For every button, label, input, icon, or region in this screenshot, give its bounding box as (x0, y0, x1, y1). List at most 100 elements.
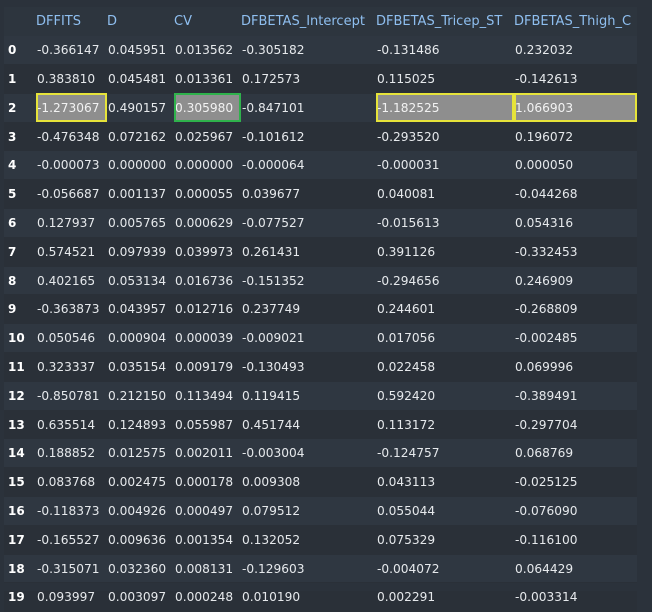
table-cell: 0.000000 (174, 150, 241, 181)
table-cell: -0.131486 (376, 35, 514, 66)
table-cell: 0.012716 (174, 294, 241, 325)
table-cell: 0.000055 (174, 179, 241, 210)
table-cell: 0.592420 (376, 381, 514, 411)
table-cell: -0.476348 (36, 122, 107, 152)
table-row: 9 -0.363873 0.043957 0.012716 0.237749 0.2446… (4, 294, 637, 325)
table-cell: -0.116100 (514, 525, 637, 555)
table-cell: -0.009021 (241, 323, 376, 354)
table-cell: 0.000000 (107, 150, 174, 181)
table-cell: 0.004926 (107, 496, 174, 526)
table-cell: 0.039677 (241, 179, 376, 210)
table-row: 13 0.635514 0.124893 0.055987 0.451744 0.1131… (4, 410, 637, 440)
table-cell: 0.001354 (174, 525, 241, 555)
table-row: 14 0.188852 0.012575 0.002011 -0.003004 -0.12… (4, 438, 637, 469)
table-cell: 0.055044 (376, 496, 514, 526)
table-cell: 0.000050 (514, 150, 637, 181)
column-header: D (107, 13, 118, 29)
table-cell: 0.000039 (174, 323, 241, 354)
table-row: 10 0.050546 0.000904 0.000039 -0.009021 0.017… (4, 323, 637, 354)
row-index: 11 (4, 352, 36, 382)
row-index: 16 (4, 496, 36, 526)
table-cell: -0.165527 (36, 525, 107, 555)
column-header: DFFITS (36, 13, 81, 29)
table-cell: 0.383810 (36, 64, 107, 94)
table-cell: 1.066903 (514, 93, 637, 123)
table-cell: -0.389491 (514, 381, 637, 411)
table-cell: 0.035154 (107, 352, 174, 382)
table-cell: 0.012575 (107, 438, 174, 469)
row-index: 8 (4, 266, 36, 296)
column-header: DFBETAS_Intercept (241, 13, 365, 29)
table-cell: 0.064429 (514, 554, 637, 584)
table-cell: 0.016736 (174, 266, 241, 296)
table-cell: -0.268809 (514, 294, 637, 325)
index-header (4, 7, 36, 36)
table-cell: -0.003004 (241, 438, 376, 469)
table-cell: 0.391126 (376, 237, 514, 267)
table-row: 15 0.083768 0.002475 0.000178 0.009308 0.0431… (4, 467, 637, 498)
table-cell: 0.022458 (376, 352, 514, 382)
table-cell: -0.293520 (376, 122, 514, 152)
table-cell: 0.451744 (241, 410, 376, 440)
table-cell: 0.127937 (36, 208, 107, 238)
table-cell: 0.113172 (376, 410, 514, 440)
table-body: 0 -0.366147 0.045951 0.013562 -0.305182 -0.13… (4, 35, 637, 612)
table-row: 4 -0.000073 0.000000 0.000000 -0.000064 -0.00… (4, 150, 637, 181)
table-cell: -0.000031 (376, 150, 514, 181)
table-cell: 0.113494 (174, 381, 241, 411)
row-index: 12 (4, 381, 36, 411)
row-index: 4 (4, 150, 36, 181)
dataframe-output: DFFITS D CV DFBETAS_Intercept DFBETAS_Tricep… (4, 7, 637, 612)
row-index: 3 (4, 122, 36, 152)
table-cell: -0.294656 (376, 266, 514, 296)
table-cell: 0.188852 (36, 438, 107, 469)
row-index: 6 (4, 208, 36, 238)
column-header: DFBETAS_Thigh_C (514, 13, 632, 29)
table-cell: 0.008131 (174, 554, 241, 584)
table-cell: 0.635514 (36, 410, 107, 440)
table-cell: 0.009636 (107, 525, 174, 555)
table-cell: 0.045951 (107, 35, 174, 66)
table-cell: 0.032360 (107, 554, 174, 584)
table-cell: -1.182525 (376, 93, 514, 123)
table-row: 3 -0.476348 0.072162 0.025967 -0.101612 -0.29… (4, 122, 637, 152)
table-cell: 0.013562 (174, 35, 241, 66)
table-cell: 0.232032 (514, 35, 637, 66)
table-cell: -0.044268 (514, 179, 637, 210)
row-index: 2 (4, 93, 36, 123)
table-cell: 0.043957 (107, 294, 174, 325)
table-row: 2 -1.273067 0.490157 0.305980 -0.847101 -1.18… (4, 93, 637, 123)
table-cell: -0.015613 (376, 208, 514, 238)
table-cell: 0.040081 (376, 179, 514, 210)
table-cell: 0.132052 (241, 525, 376, 555)
table-cell: 0.001137 (107, 179, 174, 210)
table-row: 1 0.383810 0.045481 0.013361 0.172573 0.11502… (4, 64, 637, 94)
table-cell: 0.002475 (107, 467, 174, 498)
table-row: 16 -0.118373 0.004926 0.000497 0.079512 0.055… (4, 496, 637, 526)
table-row: 0 -0.366147 0.045951 0.013562 -0.305182 -0.13… (4, 35, 637, 66)
horizontal-scrollbar[interactable] (0, 583, 640, 591)
table-cell: -0.000064 (241, 150, 376, 181)
row-index: 17 (4, 525, 36, 555)
table-cell: -0.332453 (514, 237, 637, 267)
table-cell: -0.850781 (36, 381, 107, 411)
table-cell: -0.305182 (241, 35, 376, 66)
table-cell: -0.056687 (36, 179, 107, 210)
table-cell: 0.000904 (107, 323, 174, 354)
table-cell: 0.000497 (174, 496, 241, 526)
table-cell: -0.124757 (376, 438, 514, 469)
row-index: 5 (4, 179, 36, 210)
table-cell: 0.305980 (174, 93, 241, 123)
table-cell: 0.025967 (174, 122, 241, 152)
table-cell: -0.077527 (241, 208, 376, 238)
table-cell: -0.297704 (514, 410, 637, 440)
table-cell: 0.005765 (107, 208, 174, 238)
table-cell: -0.363873 (36, 294, 107, 325)
table-cell: 0.053134 (107, 266, 174, 296)
table-cell: -0.004072 (376, 554, 514, 584)
table-cell: -1.273067 (36, 93, 107, 123)
header-row: DFFITS D CV DFBETAS_Intercept DFBETAS_Tricep… (4, 7, 637, 36)
table-cell: 0.323337 (36, 352, 107, 382)
table-row: 18 -0.315071 0.032360 0.008131 -0.129603 -0.0… (4, 554, 637, 584)
table-row: 17 -0.165527 0.009636 0.001354 0.132052 0.075… (4, 525, 637, 555)
